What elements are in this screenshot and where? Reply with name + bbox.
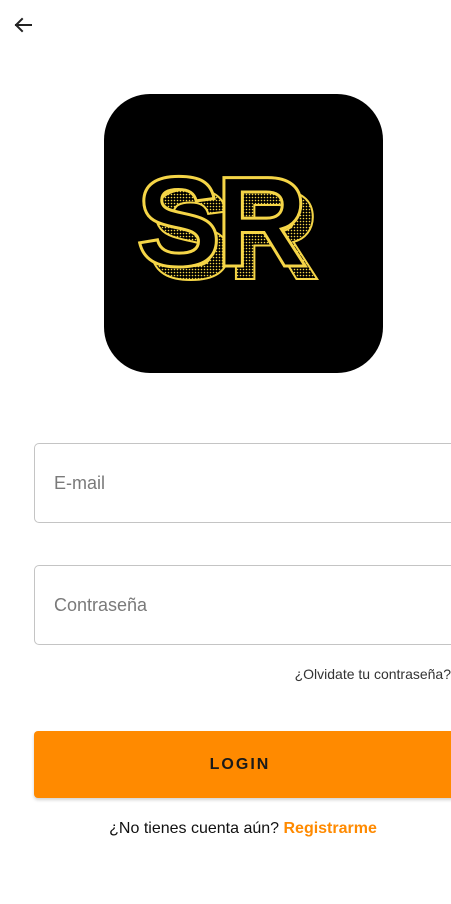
login-button[interactable]: LOGIN (34, 731, 451, 798)
app-logo: SR SR (104, 94, 383, 373)
email-field-container (34, 443, 451, 523)
forgot-password-link[interactable]: ¿Olvidate tu contraseña? (295, 666, 451, 682)
arrow-left-icon (14, 17, 32, 38)
signup-prompt: ¿No tienes cuenta aún? (109, 820, 284, 837)
back-button[interactable] (10, 14, 36, 40)
logo-text: SR (136, 151, 305, 294)
password-input[interactable] (35, 566, 451, 644)
login-screen: SR SR ¿Olvidate tu contraseña? LOGIN ¿No… (0, 0, 451, 904)
password-field-container (34, 565, 451, 645)
signup-row: ¿No tienes cuenta aún? Registrarme (0, 820, 451, 838)
register-link[interactable]: Registrarme (283, 820, 376, 837)
email-input[interactable] (35, 444, 451, 522)
